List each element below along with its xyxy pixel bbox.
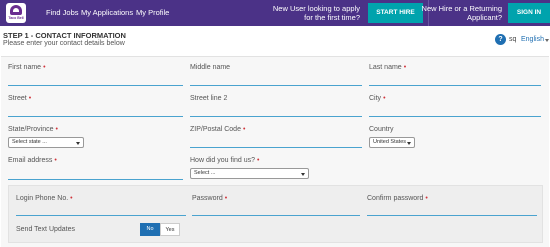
confirm-password-label: Confirm password • xyxy=(367,195,428,202)
email-input[interactable] xyxy=(8,179,183,180)
first-name-input[interactable] xyxy=(8,85,183,86)
last-name-input[interactable] xyxy=(369,85,541,86)
last-name-label: Last name • xyxy=(369,64,407,71)
city-input[interactable] xyxy=(369,116,541,117)
password-label: Password • xyxy=(192,195,228,202)
password-input[interactable] xyxy=(192,215,360,216)
step-subtitle: Please enter your contact details below xyxy=(3,40,125,47)
zip-input[interactable] xyxy=(190,147,362,148)
chevron-down-icon[interactable] xyxy=(545,39,549,42)
street-label: Street • xyxy=(8,95,32,102)
login-phone-label: Login Phone No. • xyxy=(16,195,73,202)
language-selector[interactable]: English xyxy=(521,36,544,43)
found-us-select[interactable]: Select ... xyxy=(190,168,309,179)
city-label: City • xyxy=(369,95,386,102)
confirm-password-input[interactable] xyxy=(367,215,537,216)
street-line-2-label: Street line 2 xyxy=(190,95,228,102)
middle-name-input[interactable] xyxy=(190,85,362,86)
sms-toggle-yes[interactable]: Yes xyxy=(160,223,180,236)
nav-my-profile[interactable]: My Profile xyxy=(136,0,169,26)
returning-applicant-prompt: New Hire or a Returning Applicant? xyxy=(421,4,502,22)
first-name-label: First name • xyxy=(8,64,46,71)
help-icon[interactable]: ? xyxy=(495,34,506,45)
street-line-2-input[interactable] xyxy=(190,116,362,117)
send-text-updates-label: Send Text Updates xyxy=(16,226,76,233)
language-code: sq xyxy=(509,36,517,43)
login-phone-input[interactable] xyxy=(16,215,186,216)
login-section xyxy=(8,185,543,243)
state-label: State/Province • xyxy=(8,126,58,133)
logo-text: Taco Bell xyxy=(8,16,24,20)
nav-find-jobs[interactable]: Find Jobs xyxy=(46,0,79,26)
sms-toggle-no[interactable]: No xyxy=(140,223,160,236)
country-select[interactable]: United States xyxy=(369,137,415,148)
step-title: STEP 1 - CONTACT INFORMATION xyxy=(3,31,126,40)
zip-label: ZIP/Postal Code • xyxy=(190,126,246,133)
country-label: Country xyxy=(369,126,394,133)
street-input[interactable] xyxy=(8,116,183,117)
new-user-prompt: New User looking to apply for the first … xyxy=(272,4,360,22)
email-label: Email address • xyxy=(8,157,57,164)
middle-name-label: Middle name xyxy=(190,64,231,71)
sign-in-button[interactable]: SIGN IN xyxy=(508,3,550,23)
found-us-label: How did you find us? • xyxy=(190,157,260,164)
nav-my-applications[interactable]: My Applications xyxy=(81,0,133,26)
bell-icon xyxy=(10,5,22,15)
taco-bell-logo[interactable]: Taco Bell xyxy=(6,3,26,23)
state-select[interactable]: Select state ... xyxy=(8,137,84,148)
